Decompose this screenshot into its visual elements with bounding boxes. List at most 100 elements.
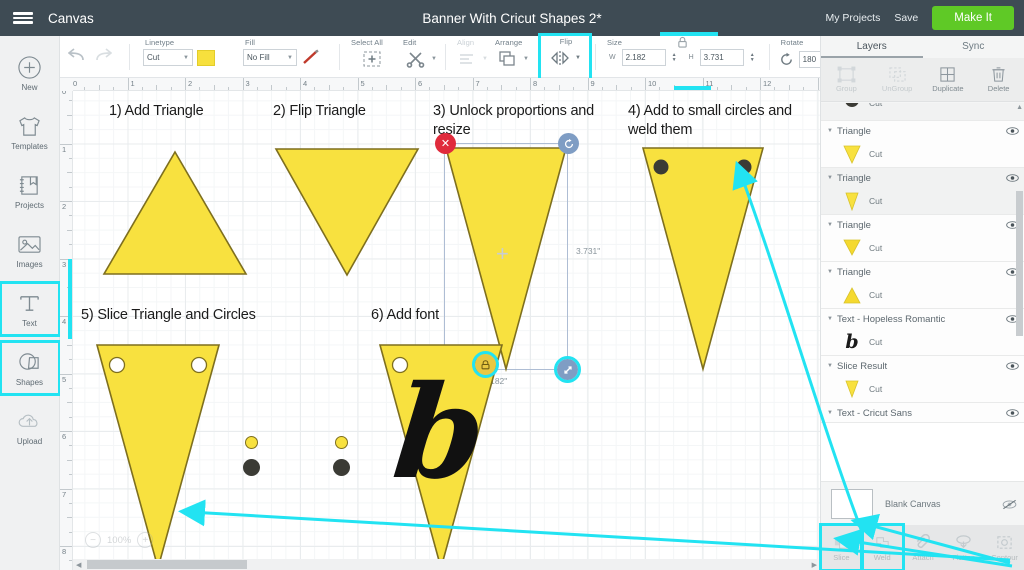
my-projects-link[interactable]: My Projects (826, 12, 881, 24)
sidebar-item-text[interactable]: Text (2, 284, 58, 334)
group-button[interactable]: Group (821, 58, 872, 101)
ungroup-button[interactable]: UnGroup (872, 58, 923, 101)
weld-button[interactable]: Weld (862, 525, 903, 570)
sidebar-item-upload[interactable]: Upload (2, 402, 58, 452)
height-stepper[interactable]: ▲▼ (748, 53, 757, 63)
chevron-down-icon[interactable]: ▼ (827, 222, 837, 228)
width-input[interactable]: 2.182 (622, 49, 666, 66)
chevron-down-icon[interactable]: ▼ (523, 56, 529, 62)
plus-circle-icon[interactable]: + (137, 532, 153, 548)
list-item[interactable]: Cut (821, 103, 1024, 121)
canvas-hscroll-thumb[interactable] (87, 560, 247, 569)
chevron-down-icon[interactable]: ▼ (431, 56, 437, 62)
rotate-icon[interactable] (779, 49, 795, 69)
horizontal-ruler[interactable]: 012345678910111213 (73, 78, 820, 91)
save-button[interactable]: Save (894, 12, 918, 24)
layer-detail[interactable]: Cut (821, 282, 1024, 308)
layer-header[interactable]: ▼ Text - Cricut Sans (821, 403, 1024, 423)
vertical-ruler[interactable]: 012345678 (60, 91, 73, 570)
list-item[interactable]: ▼ Text - Hopeless Romantic b Cut (821, 309, 1024, 356)
layer-detail[interactable]: Cut (821, 376, 1024, 402)
sidebar-item-new[interactable]: New (2, 48, 58, 98)
zoom-controls[interactable]: − 100% + (85, 532, 153, 548)
list-item[interactable]: ▼ Text - Cricut Sans (821, 403, 1024, 423)
chevron-down-icon[interactable]: ▼ (827, 175, 837, 181)
letter-lock-button[interactable] (475, 354, 496, 375)
chevron-down-icon[interactable]: ▼ (827, 316, 837, 322)
arrange-layers-icon[interactable] (497, 49, 519, 69)
undo-arrow-icon[interactable] (68, 47, 84, 61)
height-input[interactable]: 3.731 (700, 49, 744, 66)
layer-header[interactable]: ▼ Triangle (821, 215, 1024, 235)
flip-horizontal-icon[interactable] (549, 48, 571, 68)
delete-button[interactable]: Delete (973, 58, 1024, 101)
layers-scroll-thumb[interactable] (1016, 191, 1023, 336)
align-icon[interactable] (456, 49, 478, 69)
list-item[interactable]: ▼ Triangle Cut (821, 215, 1024, 262)
chevron-down-icon[interactable]: ▼ (827, 363, 837, 369)
fill-select[interactable]: No Fill▼ (243, 49, 297, 66)
layer-detail[interactable]: Cut (821, 141, 1024, 167)
chevron-down-icon[interactable]: ▼ (827, 410, 837, 416)
leftover-circle-dark-2[interactable] (333, 459, 350, 476)
selection-rotate-button[interactable] (558, 133, 579, 154)
layers-scrollbar[interactable]: ▲ ▼ (1016, 106, 1023, 521)
lock-icon[interactable] (677, 36, 688, 48)
sidebar-item-shapes[interactable]: Shapes (2, 343, 58, 393)
chevron-down-icon[interactable]: ▼ (827, 269, 837, 275)
layers-list[interactable]: Cut ▼ Triangle Cut (821, 103, 1024, 525)
list-item[interactable]: ▼ Triangle Cut (821, 168, 1024, 215)
layer-header[interactable]: ▼ Slice Result (821, 356, 1024, 376)
layer-detail[interactable]: Cut (821, 188, 1024, 214)
sidebar-item-images[interactable]: Images (2, 225, 58, 275)
slice-button[interactable]: Slice (821, 525, 862, 570)
shape-triangle-with-holes-dark[interactable] (641, 146, 765, 372)
minus-circle-icon[interactable]: − (85, 532, 101, 548)
selection-delete-button[interactable]: ✕ (435, 133, 456, 154)
layer-header[interactable]: ▼ Text - Hopeless Romantic (821, 309, 1024, 329)
chevron-down-icon[interactable]: ▼ (575, 55, 581, 61)
select-all-icon[interactable] (361, 49, 383, 69)
layer-header[interactable]: ▼ Triangle (821, 121, 1024, 141)
leftover-circle-dark-1[interactable] (243, 459, 260, 476)
shape-triangle-down-1[interactable] (273, 146, 421, 278)
contour-button[interactable]: Contour (984, 525, 1024, 570)
pen-icon[interactable] (301, 49, 321, 66)
blank-canvas-row[interactable]: Blank Canvas (821, 481, 1024, 525)
layer-header[interactable]: ▼ Triangle (821, 262, 1024, 282)
linetype-select[interactable]: Cut▼ (143, 49, 193, 66)
scroll-right-icon[interactable]: ▶ (812, 561, 817, 569)
scroll-up-icon[interactable]: ▲ (1016, 104, 1023, 111)
scissors-icon[interactable] (405, 49, 427, 69)
selection-resize-button[interactable] (557, 359, 578, 380)
layer-header[interactable]: ▼ Triangle (821, 168, 1024, 188)
sidebar-item-templates[interactable]: Templates (2, 107, 58, 157)
make-it-button[interactable]: Make It (932, 6, 1014, 30)
flatten-button[interactable]: Flatten (943, 525, 984, 570)
flip-group[interactable]: Flip ▼ (541, 36, 589, 78)
sidebar-item-projects[interactable]: Projects (2, 166, 58, 216)
list-item[interactable]: ▼ Triangle Cut (821, 121, 1024, 168)
hamburger-icon[interactable] (0, 0, 46, 36)
duplicate-button[interactable]: Duplicate (923, 58, 974, 101)
canvas-letter-b[interactable]: b (388, 369, 491, 497)
canvas-hscrollbar[interactable]: ◀ ▶ (73, 559, 820, 570)
tab-sync[interactable]: Sync (923, 36, 1024, 58)
layer-detail[interactable]: b Cut (821, 329, 1024, 355)
leftover-circle-yellow-2[interactable] (335, 436, 348, 449)
chevron-down-icon[interactable]: ▼ (827, 128, 837, 134)
layer-detail[interactable]: Cut (821, 235, 1024, 261)
design-canvas[interactable]: 012345678910111213 012345678 1) Add Tria… (60, 78, 820, 570)
width-stepper[interactable]: ▲▼ (670, 53, 679, 63)
shape-triangle-up-1[interactable] (101, 149, 249, 277)
linetype-color-swatch[interactable] (197, 50, 215, 66)
list-item[interactable]: ▼ Slice Result Cut (821, 356, 1024, 403)
eye-slash-icon[interactable] (1002, 499, 1015, 509)
leftover-circle-yellow-1[interactable] (245, 436, 258, 449)
list-item[interactable]: ▼ Triangle Cut (821, 262, 1024, 309)
redo-arrow-icon[interactable] (94, 47, 110, 61)
tab-layers[interactable]: Layers (821, 36, 923, 58)
scroll-left-icon[interactable]: ◀ (76, 561, 81, 569)
attach-button[interactable]: Attach (903, 525, 944, 570)
canvas-grid[interactable]: 1) Add Triangle 2) Flip Triangle 3) Unlo… (73, 91, 820, 570)
